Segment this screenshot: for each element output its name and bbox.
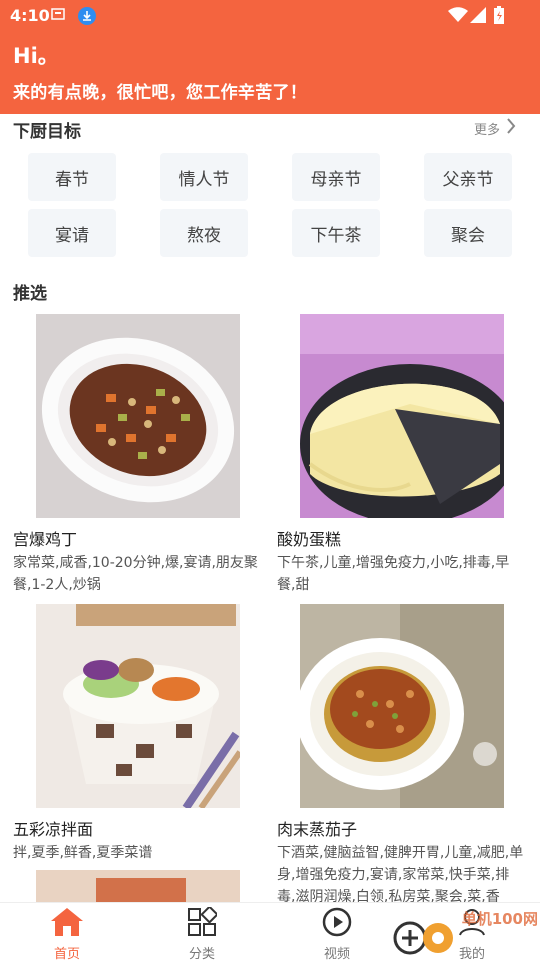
- tab-category[interactable]: 分类: [167, 905, 237, 960]
- tag-spring-festival[interactable]: 春节: [28, 153, 116, 201]
- recipe-desc-kungpao: 家常菜,咸香,10-20分钟,爆,宴请,朋友聚餐,1-2人,炒锅: [13, 555, 258, 593]
- tag-banquet[interactable]: 宴请: [28, 209, 116, 257]
- hi-text: Hi。: [13, 44, 59, 68]
- recipe-desc-steamed-eggplant: 下酒菜,健脑益智,健脾开胃,儿童,减肥,单身,增强免疫力,宴请,家常菜,快手菜,…: [277, 845, 524, 905]
- recipe-title-cold-noodles[interactable]: 五彩凉拌面: [13, 816, 93, 840]
- tag-mothers-day[interactable]: 母亲节: [292, 153, 380, 201]
- goals-section-title: 下厨目标: [13, 122, 81, 142]
- status-time: 4:10: [10, 6, 50, 25]
- notification-icon: [50, 6, 68, 28]
- signal-icon: [470, 7, 486, 27]
- tag-valentines-day[interactable]: 情人节: [160, 153, 248, 201]
- chevron-right-icon: [506, 118, 516, 138]
- tab-category-label: 分类: [188, 947, 215, 960]
- more-link[interactable]: 更多: [474, 118, 516, 138]
- tag-party[interactable]: 聚会: [424, 209, 512, 257]
- tag-fathers-day[interactable]: 父亲节: [424, 153, 512, 201]
- more-label: 更多: [473, 122, 500, 138]
- greeting-header: Hi。 来的有点晚，很忙吧，您工作辛苦了！: [0, 32, 540, 114]
- recipe-title-kungpao[interactable]: 宫爆鸡丁: [13, 526, 77, 550]
- tab-home-label: 首页: [53, 947, 80, 960]
- watermark-text: 单机100网: [461, 910, 538, 928]
- tab-video-label: 视频: [323, 947, 350, 960]
- recipe-image-yogurt-cake[interactable]: [300, 314, 504, 518]
- battery-icon: [494, 6, 504, 28]
- tag-afternoon-tea[interactable]: 下午茶: [292, 209, 380, 257]
- recipe-image-cold-noodles[interactable]: [36, 604, 240, 808]
- video-play-icon: [322, 907, 352, 941]
- recipe-image-partial[interactable]: [36, 870, 240, 902]
- tab-home[interactable]: 首页: [32, 907, 102, 960]
- recommend-section-title: 推选: [13, 284, 47, 304]
- tag-late-night[interactable]: 熬夜: [160, 209, 248, 257]
- recipe-title-steamed-eggplant[interactable]: 肉末蒸茄子: [277, 816, 357, 840]
- recipe-title-yogurt-cake[interactable]: 酸奶蛋糕: [277, 526, 341, 550]
- watermark-logo-icon: [392, 920, 456, 960]
- greeting-text: 来的有点晚，很忙吧，您工作辛苦了！: [13, 83, 308, 103]
- recipe-image-kungpao[interactable]: [36, 314, 240, 518]
- status-bar: 4:10: [0, 0, 540, 32]
- wifi-icon: [448, 7, 468, 27]
- tab-video[interactable]: 视频: [302, 907, 372, 960]
- recipe-desc-yogurt-cake: 下午茶,儿童,增强免疫力,小吃,排毒,早餐,甜: [277, 555, 510, 593]
- tab-profile-label: 我的: [458, 947, 485, 960]
- bottom-tab-bar: 首页 分类 视频 我的: [0, 902, 540, 960]
- download-icon: [77, 6, 97, 30]
- recipe-desc-cold-noodles: 拌,夏季,鲜香,夏季菜谱: [13, 845, 153, 861]
- category-icon: [187, 905, 219, 941]
- recipe-image-steamed-eggplant[interactable]: [300, 604, 504, 808]
- home-icon: [50, 907, 84, 941]
